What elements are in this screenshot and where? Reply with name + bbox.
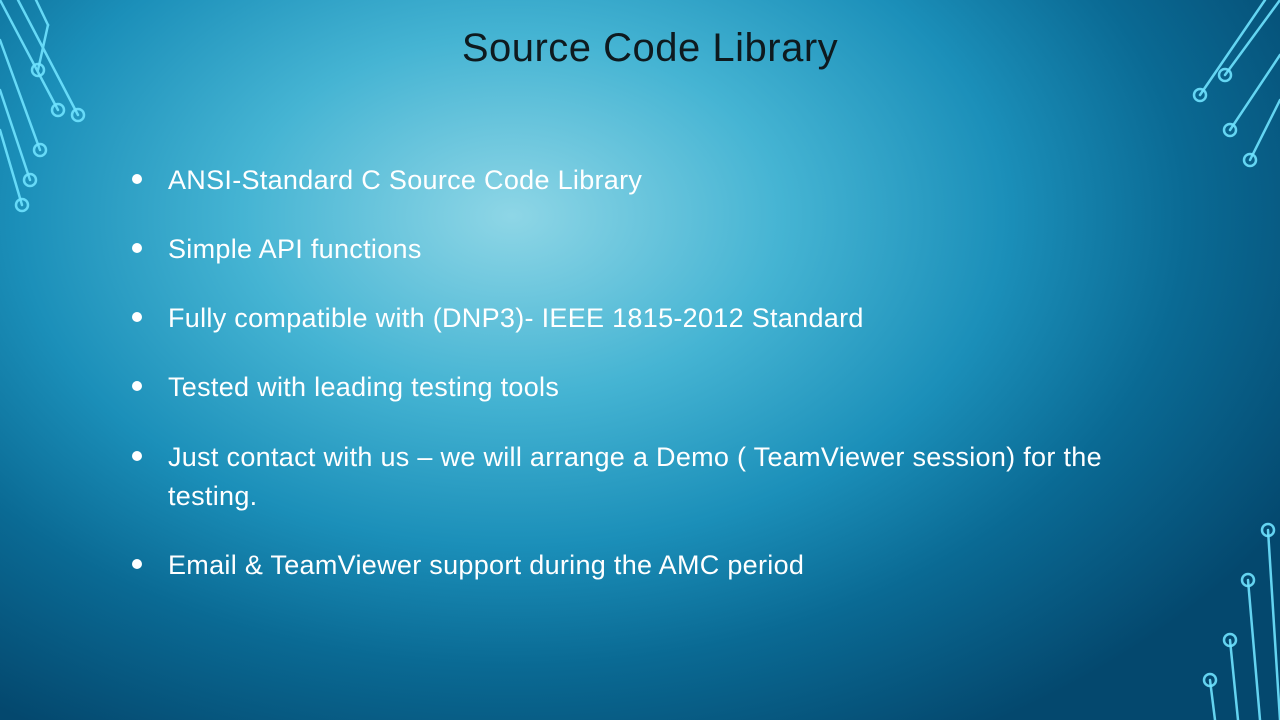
bullet-item: Email & TeamViewer support during the AM… [130,546,1170,585]
bullet-item: Fully compatible with (DNP3)- IEEE 1815-… [130,299,1170,338]
circuit-decoration-bottom-right [1160,460,1280,720]
bullet-item: Simple API functions [130,230,1170,269]
bullet-item: ANSI-Standard C Source Code Library [130,161,1170,200]
bullet-item: Just contact with us – we will arrange a… [130,438,1170,516]
bullet-list: ANSI-Standard C Source Code Library Simp… [130,161,1170,585]
presentation-slide: Source Code Library ANSI-Standard C Sour… [0,0,1280,720]
circuit-decoration-top-left [0,0,140,230]
slide-title: Source Code Library [130,26,1170,71]
bullet-item: Tested with leading testing tools [130,368,1170,407]
